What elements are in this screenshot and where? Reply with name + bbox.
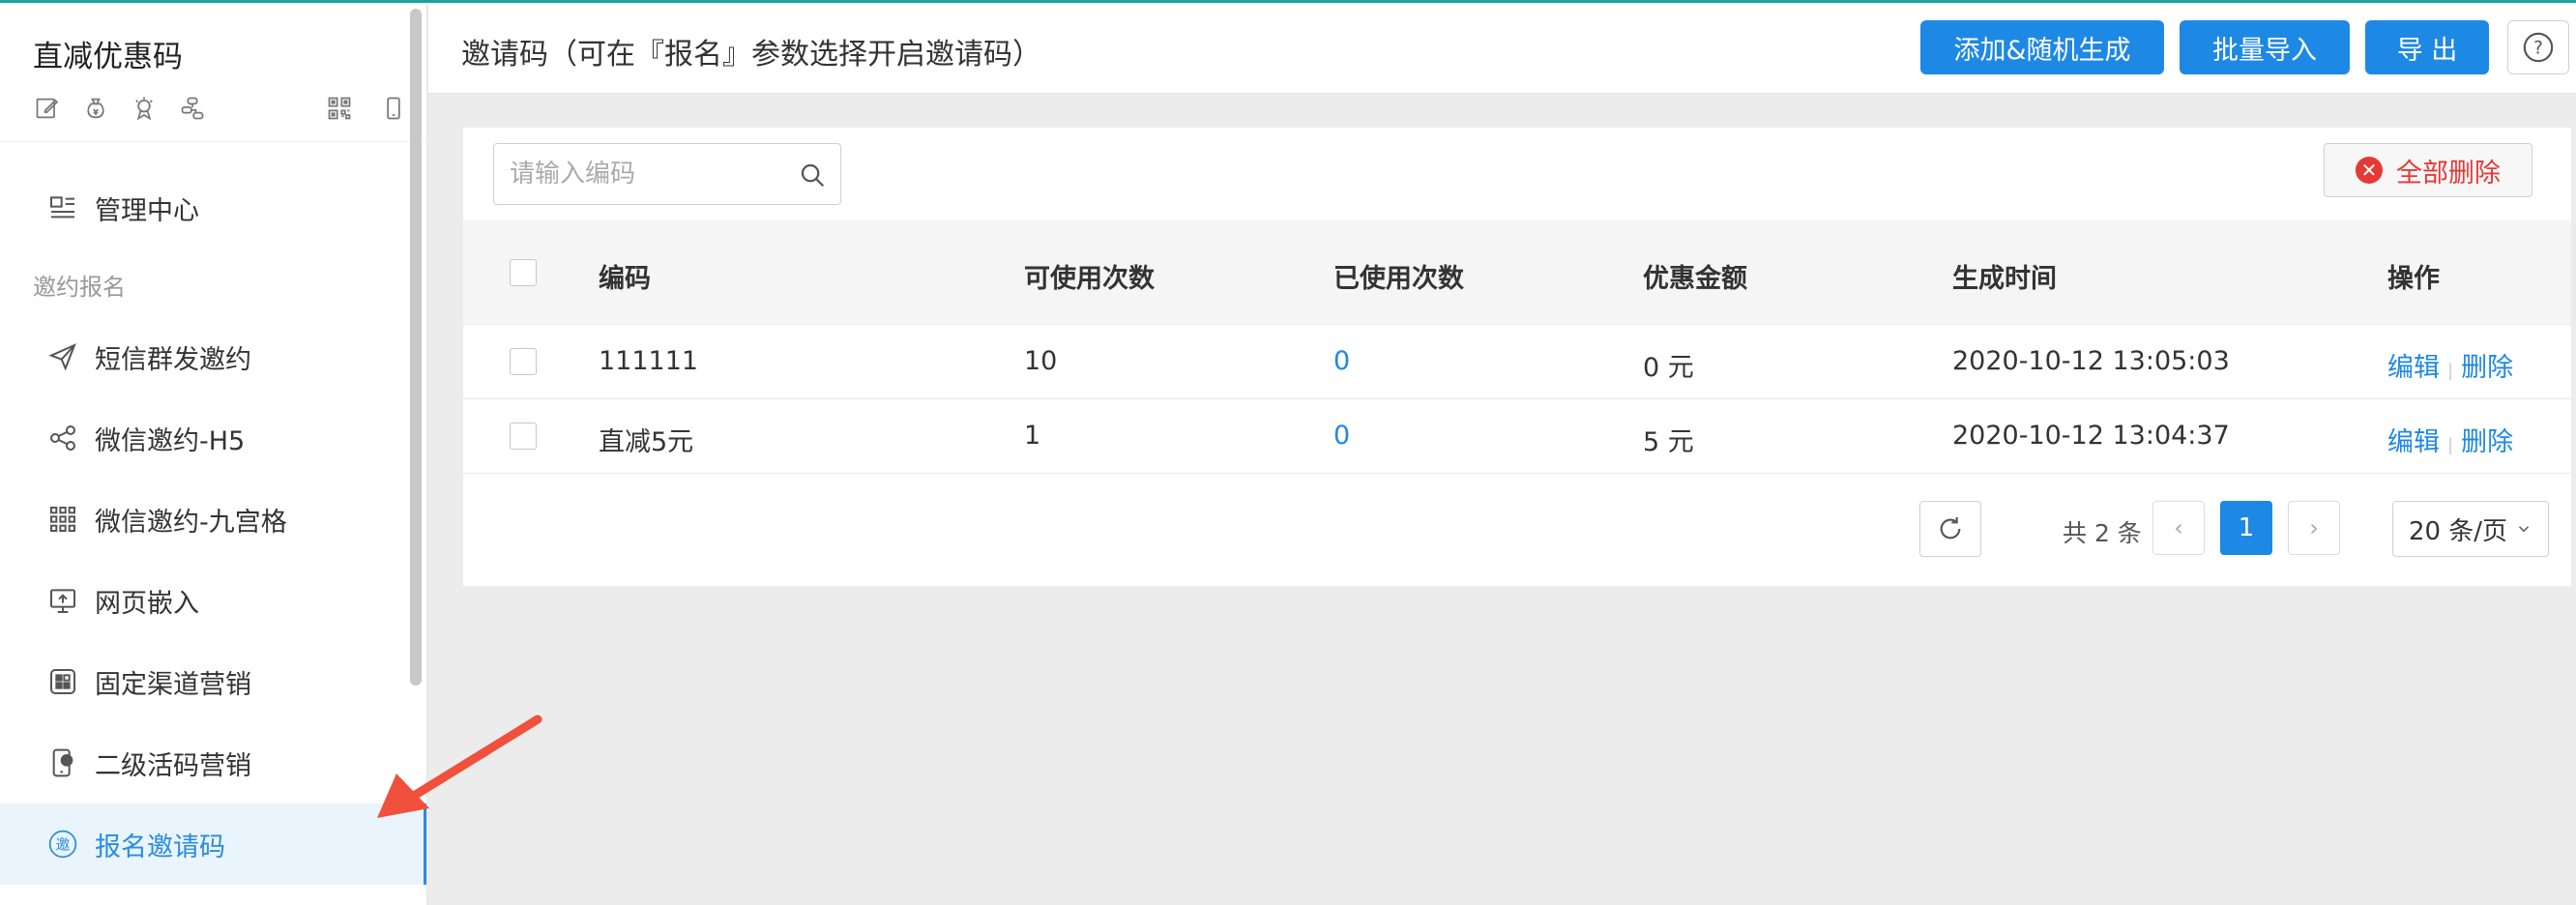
sidebar-item-invite-code[interactable]: 邀 报名邀请码 [0, 803, 426, 885]
column-header-actions: 操作 [2387, 264, 2440, 294]
money-bag-icon[interactable] [79, 92, 112, 125]
chevron-down-icon [2519, 526, 2530, 533]
table-row: 111111 10 0 0 元 2020-10-12 13:05:03 编辑 | 删… [463, 325, 2571, 399]
cell-created: 2020-10-12 13:05:03 [1952, 346, 2230, 376]
pager-total: 共 2 条 [2063, 519, 2142, 547]
sidebar-item-wechat-grid[interactable]: 微信邀约-九宫格 [0, 479, 426, 560]
cell-actions: 编辑 | 删除 [2387, 346, 2513, 384]
cell-available: 1 [1024, 421, 1041, 451]
column-header-created: 生成时间 [1952, 264, 2057, 294]
refresh-icon [1940, 517, 1961, 540]
action-separator: | [2447, 435, 2454, 455]
sidebar-toolbar [31, 92, 209, 125]
sidebar-item-management[interactable]: 管理中心 [0, 167, 426, 248]
cell-used-link[interactable]: 0 [1333, 346, 1350, 376]
phone-qr-icon [46, 746, 79, 779]
sidebar-item-label: 二级活码营销 [95, 750, 251, 781]
sidebar-item-sms-invite[interactable]: 短信群发邀约 [0, 316, 426, 397]
cell-code: 直减5元 [599, 427, 694, 457]
sidebar-item-web-embed[interactable]: 网页嵌入 [0, 560, 426, 641]
table-row: 直减5元 1 0 5 元 2020-10-12 13:04:37 编辑 | 删除 [463, 399, 2571, 474]
content-card: ✕ 全部删除 编码 可使用次数 已使用次数 优惠金额 生成时间 操作 11111… [463, 128, 2571, 586]
search-icon[interactable] [798, 161, 827, 190]
help-button[interactable]: ? [2507, 20, 2569, 74]
invite-icon: 邀 [46, 828, 79, 861]
cell-code: 111111 [599, 346, 699, 376]
dashboard-icon [46, 191, 79, 224]
sidebar-title: 直减优惠码 [33, 40, 183, 74]
sidebar-item-fixed-channel[interactable]: 固定渠道营销 [0, 641, 426, 722]
cell-amount: 0 元 [1643, 353, 1694, 383]
sidebar-scrollbar[interactable] [410, 9, 422, 686]
svg-text:?: ? [2533, 38, 2543, 58]
grid-icon [46, 503, 79, 536]
row-checkbox[interactable] [510, 348, 537, 375]
cell-available: 10 [1024, 346, 1058, 376]
channel-icon [46, 665, 79, 698]
sidebar: 直减优惠码 管理中心 邀约报名 短信群发邀约 微信邀约-H5 微信邀约-九宫格 … [0, 3, 427, 905]
sidebar-item-wechat-h5[interactable]: 微信邀约-H5 [0, 397, 426, 479]
send-icon [46, 340, 79, 373]
invite-icon-glyph: 邀 [56, 836, 71, 853]
sidebar-item-label: 管理中心 [95, 195, 199, 226]
column-header-used: 已使用次数 [1333, 264, 1464, 294]
sidebar-item-label: 微信邀约-九宫格 [95, 507, 287, 538]
sidebar-item-secondary-qr[interactable]: 二级活码营销 [0, 722, 426, 803]
cell-amount: 5 元 [1643, 427, 1694, 457]
delete-all-label: 全部删除 [2396, 158, 2501, 189]
edit-link[interactable]: 编辑 [2387, 427, 2440, 457]
flow-icon[interactable] [176, 92, 209, 125]
delete-all-button[interactable]: ✕ 全部删除 [2324, 143, 2532, 197]
edit-icon[interactable] [31, 92, 64, 125]
cell-used-link[interactable]: 0 [1333, 421, 1350, 451]
page-title: 邀请码（可在『报名』参数选择开启邀请码） [461, 38, 1041, 72]
sidebar-item-label: 报名邀请码 [95, 832, 225, 862]
column-header-available: 可使用次数 [1024, 264, 1155, 294]
batch-import-button[interactable]: 批量导入 [2180, 20, 2350, 74]
qrcode-icon[interactable] [323, 92, 356, 125]
prev-page-button[interactable]: ‹ [2152, 501, 2205, 555]
sidebar-item-label: 固定渠道营销 [95, 669, 251, 700]
sidebar-group-label: 邀约报名 [33, 274, 126, 301]
page-header: 邀请码（可在『报名』参数选择开启邀请码） 添加&随机生成 批量导入 导 出 ? [428, 3, 2576, 94]
table-header: 编码 可使用次数 已使用次数 优惠金额 生成时间 操作 [463, 220, 2571, 325]
cell-actions: 编辑 | 删除 [2387, 421, 2513, 458]
search-input[interactable] [494, 144, 784, 204]
award-icon[interactable] [128, 92, 161, 125]
page-size-value: 20 条/页 [2408, 516, 2508, 546]
annotation-arrow-icon [377, 715, 542, 818]
page-1-button[interactable]: 1 [2220, 501, 2272, 555]
sidebar-item-label: 网页嵌入 [95, 588, 199, 619]
add-random-button[interactable]: 添加&随机生成 [1920, 20, 2164, 74]
action-separator: | [2447, 361, 2454, 381]
select-all-checkbox[interactable] [510, 259, 537, 286]
page-size-select[interactable]: 20 条/页 [2392, 501, 2549, 557]
delete-link[interactable]: 删除 [2461, 427, 2513, 457]
cell-created: 2020-10-12 13:04:37 [1952, 421, 2230, 451]
export-button[interactable]: 导 出 [2365, 20, 2489, 74]
sidebar-separator [0, 141, 426, 142]
delete-link[interactable]: 删除 [2461, 353, 2513, 383]
column-header-code: 编码 [599, 264, 651, 294]
mobile-icon[interactable] [377, 92, 410, 125]
next-page-button[interactable]: › [2288, 501, 2340, 555]
sidebar-item-label: 短信群发邀约 [95, 344, 251, 375]
close-circle-icon: ✕ [2356, 157, 2383, 184]
column-header-amount: 优惠金额 [1643, 264, 1747, 294]
share-icon [46, 422, 79, 454]
edit-link[interactable]: 编辑 [2387, 353, 2440, 383]
help-icon: ? [2523, 32, 2554, 63]
monitor-icon [46, 584, 79, 617]
sidebar-toolbar-right [323, 92, 410, 125]
row-checkbox[interactable] [510, 423, 537, 450]
search-box [493, 143, 841, 205]
refresh-button[interactable] [1919, 501, 1981, 557]
sidebar-item-label: 微信邀约-H5 [95, 425, 246, 456]
